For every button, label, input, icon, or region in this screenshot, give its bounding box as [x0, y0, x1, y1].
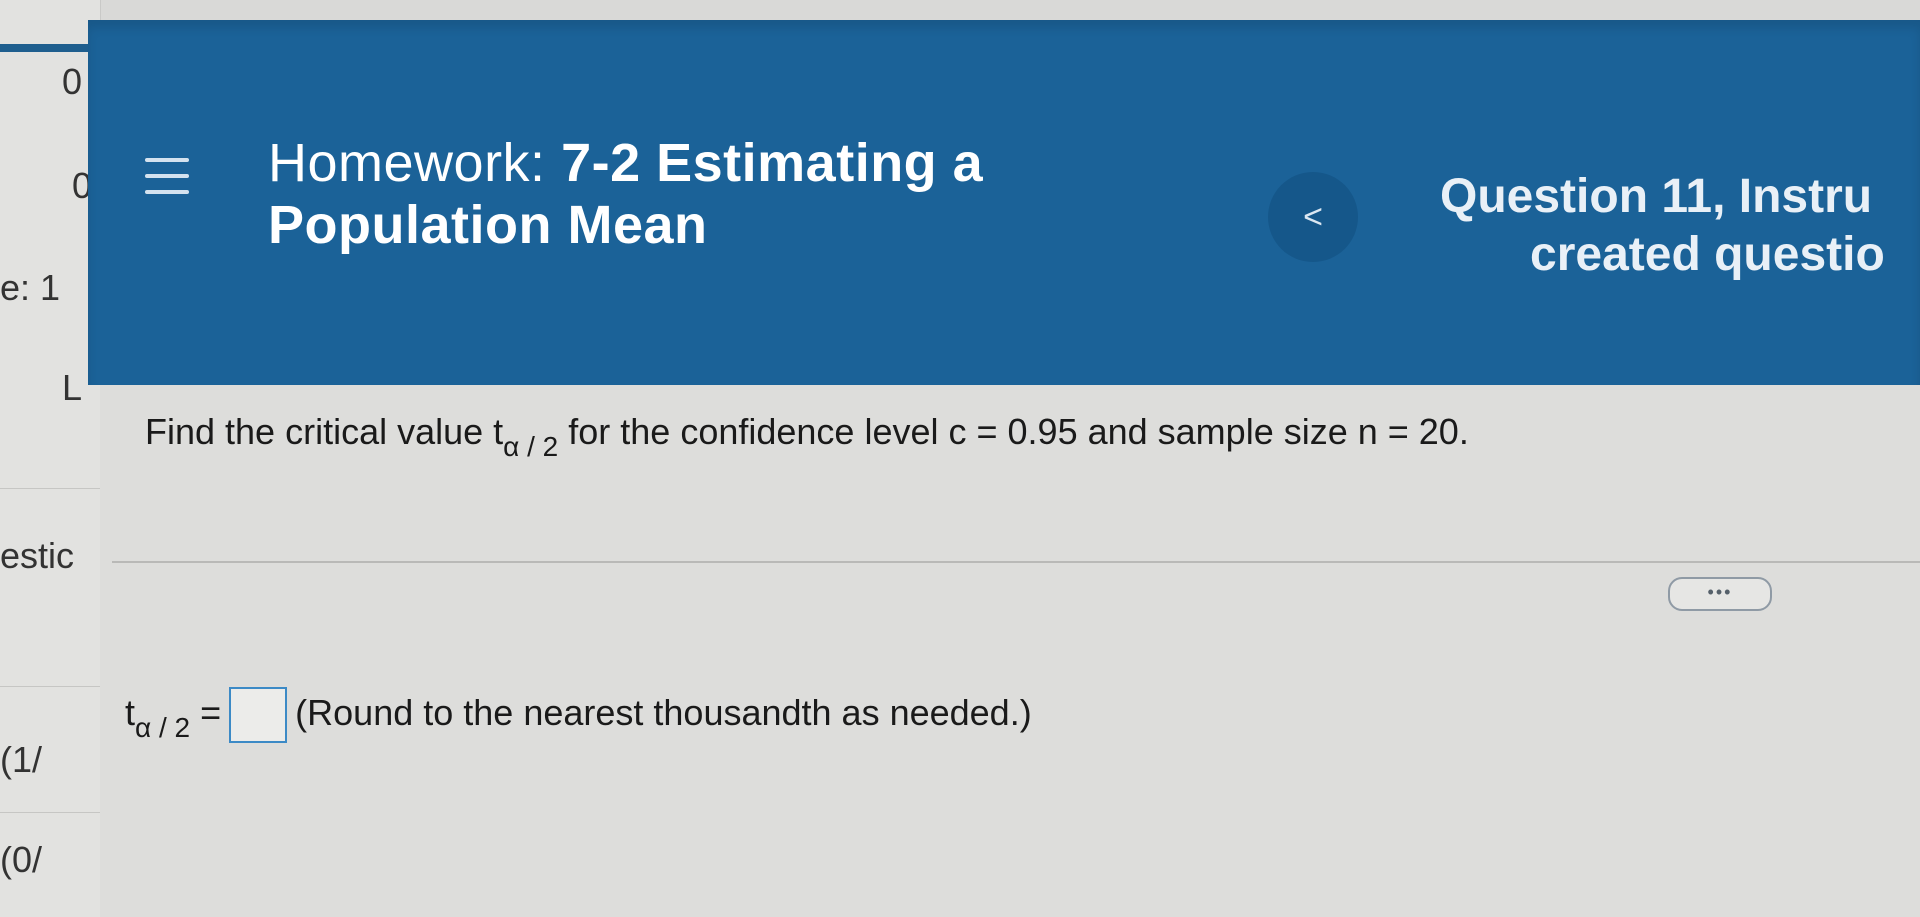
- more-options-button[interactable]: •••: [1668, 577, 1772, 611]
- sidebar: 0 0 e: 1 L estic (1/ (0/: [0, 0, 101, 917]
- sidebar-accent-bar: [0, 44, 100, 52]
- sidebar-item-question[interactable]: estic: [0, 536, 74, 576]
- previous-question-button[interactable]: <: [1268, 172, 1358, 262]
- equals-sign: =: [200, 692, 222, 733]
- sidebar-divider: [0, 812, 100, 813]
- answer-input[interactable]: [229, 687, 288, 744]
- sidebar-divider: [0, 488, 100, 489]
- question-info: Question 11, Instru created questio: [1440, 168, 1920, 284]
- question-subscript: α / 2: [503, 431, 559, 462]
- sidebar-fragment: e: 1: [0, 267, 61, 308]
- sidebar-item-score[interactable]: (0/: [0, 840, 42, 880]
- sidebar-divider: [0, 686, 100, 687]
- sidebar-item-score[interactable]: (1/: [0, 740, 42, 780]
- sidebar-fragment: 0: [62, 61, 83, 102]
- answer-variable: t: [125, 692, 136, 733]
- rounding-note: (Round to the nearest thousandth as need…: [295, 692, 1032, 733]
- question-number: Question 11, Instru: [1440, 170, 1873, 223]
- question-part2: for the confidence level c = 0.95 and sa…: [558, 411, 1469, 452]
- hamburger-menu-icon[interactable]: [145, 158, 189, 202]
- question-part1: Find the critical value t: [145, 411, 504, 452]
- question-source: created questio: [1530, 228, 1885, 281]
- sidebar-fragment: L: [62, 367, 83, 408]
- title-bold: 7-2 Estimating a: [561, 133, 984, 193]
- question-content: Find the critical value tα / 2 for the c…: [100, 385, 1920, 917]
- answer-subscript: α / 2: [135, 712, 191, 743]
- divider: [112, 561, 1920, 563]
- answer-row: tα / 2 = (Round to the nearest thousandth…: [125, 685, 1032, 744]
- question-text: Find the critical value tα / 2 for the c…: [145, 407, 1469, 462]
- title-prefix: Homework:: [268, 133, 546, 193]
- homework-page: 0 0 e: 1 L estic (1/ (0/ Homework: 7-2 E…: [0, 0, 1920, 917]
- homework-title: Homework: 7-2 Estimating a Population Me…: [268, 132, 1088, 256]
- title-line2: Population Mean: [268, 195, 708, 255]
